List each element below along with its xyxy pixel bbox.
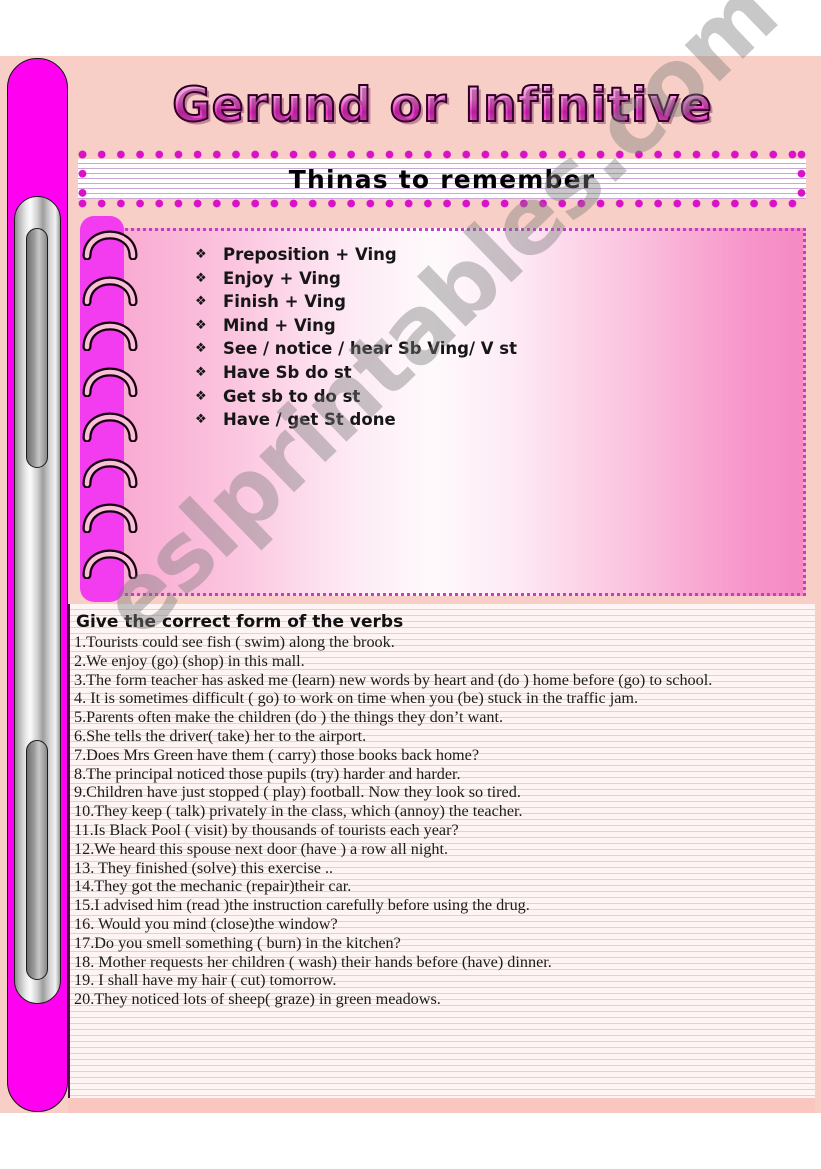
exercise-section: Give the correct form of the verbs 1.Tou… xyxy=(68,604,815,1098)
page-title-container: Gerund or Infinitive xyxy=(70,62,815,148)
list-item: ❖ See / notice / hear Sb Ving/ V st xyxy=(195,337,803,361)
list-item: 12.We heard this spouse next door (have … xyxy=(74,839,449,858)
list-item: 13. They finished (solve) this exercise … xyxy=(74,858,334,877)
spiral-ring xyxy=(82,402,138,442)
diamond-bullet-icon: ❖ xyxy=(195,388,207,404)
list-item: 9.Children have just stopped ( play) foo… xyxy=(74,783,521,802)
list-item: ❖ Finish + Ving xyxy=(195,290,803,314)
rule-text: Enjoy + Ving xyxy=(223,268,341,288)
things-to-remember-panel: ❖ Preposition + Ving ❖ Enjoy + Ving ❖ Fi… xyxy=(114,228,806,596)
list-item: 15.I advised him (read )the instruction … xyxy=(74,896,530,915)
diamond-bullet-icon: ❖ xyxy=(195,294,207,310)
list-item: ❖ Preposition + Ving xyxy=(195,243,803,267)
list-item: 7.Does Mrs Green have them ( carry) thos… xyxy=(74,745,480,764)
rule-text: Get sb to do st xyxy=(223,386,361,406)
rule-text: Finish + Ving xyxy=(223,292,346,312)
exercise-heading: Give the correct form of the verbs xyxy=(76,612,404,632)
diamond-bullet-icon: ❖ xyxy=(195,270,207,286)
list-item: 16. Would you mind (close)the window? xyxy=(74,914,338,933)
diamond-bullet-icon: ❖ xyxy=(195,412,207,428)
diamond-bullet-icon: ❖ xyxy=(195,317,207,333)
page-title: Gerund or Infinitive xyxy=(171,77,713,134)
list-item: 4. It is sometimes difficult ( go) to wo… xyxy=(74,689,639,708)
binder-slot-upper xyxy=(26,228,48,468)
list-item: 18. Mother requests her children ( wash)… xyxy=(74,952,552,971)
diamond-bullet-icon: ❖ xyxy=(195,341,207,357)
list-item: 20.They noticed lots of sheep( graze) in… xyxy=(74,990,441,1009)
subtitle-banner-inner: Thinas to remember xyxy=(78,159,806,199)
rule-text: Mind + Ving xyxy=(223,315,336,335)
list-item: 6.She tells the driver( take) her to the… xyxy=(74,726,367,745)
rule-text: Preposition + Ving xyxy=(223,245,397,264)
binder-slot-lower xyxy=(26,740,48,980)
spiral-ring xyxy=(82,448,138,488)
list-item: 3.The form teacher has asked me (learn) … xyxy=(74,670,713,689)
list-item: 19. I shall have my hair ( cut) tomorrow… xyxy=(74,971,337,990)
list-item: 1.Tourists could see fish ( swim) along … xyxy=(74,633,395,651)
banner-dot-border-top xyxy=(78,150,806,159)
exercise-question-list: 1.Tourists could see fish ( swim) along … xyxy=(70,633,815,1009)
list-item: ❖ Get sb to do st xyxy=(195,385,803,409)
banner-dot-border-left xyxy=(78,150,87,208)
page-bottom-strip xyxy=(68,1098,815,1113)
banner-dot-border-bottom xyxy=(78,199,806,208)
rule-text: See / notice / hear Sb Ving/ V st xyxy=(223,339,517,359)
banner-dot-border-right xyxy=(797,150,806,208)
spiral-ring xyxy=(82,220,138,260)
grammar-rules-list: ❖ Preposition + Ving ❖ Enjoy + Ving ❖ Fi… xyxy=(117,231,803,432)
list-item: 14.They got the mechanic (repair)their c… xyxy=(74,877,352,896)
list-item: ❖ Have Sb do st xyxy=(195,361,803,385)
spiral-ring xyxy=(82,493,138,533)
subtitle-text: Thinas to remember xyxy=(288,164,596,194)
list-item: ❖ Mind + Ving xyxy=(195,314,803,338)
list-item: ❖ Have / get St done xyxy=(195,408,803,432)
list-item: ❖ Enjoy + Ving xyxy=(195,267,803,291)
list-item: 2.We enjoy (go) (shop) in this mall. xyxy=(74,651,305,670)
spiral-ring xyxy=(82,266,138,306)
list-item: 11.Is Black Pool ( visit) by thousands o… xyxy=(74,820,459,839)
list-item: 17.Do you smell something ( burn) in the… xyxy=(74,933,401,952)
list-item: 5.Parents often make the children (do ) … xyxy=(74,708,504,727)
spiral-ring xyxy=(82,357,138,397)
rule-text: Have Sb do st xyxy=(223,362,352,382)
subtitle-banner: Thinas to remember xyxy=(78,150,806,208)
spiral-ring xyxy=(82,311,138,351)
spiral-ring xyxy=(82,539,138,579)
list-item: 10.They keep ( talk) privately in the cl… xyxy=(74,802,523,821)
rule-text: Have / get St done xyxy=(223,410,396,430)
diamond-bullet-icon: ❖ xyxy=(195,364,207,380)
list-item: 8.The principal noticed those pupils (tr… xyxy=(74,764,461,783)
diamond-bullet-icon: ❖ xyxy=(195,247,207,262)
